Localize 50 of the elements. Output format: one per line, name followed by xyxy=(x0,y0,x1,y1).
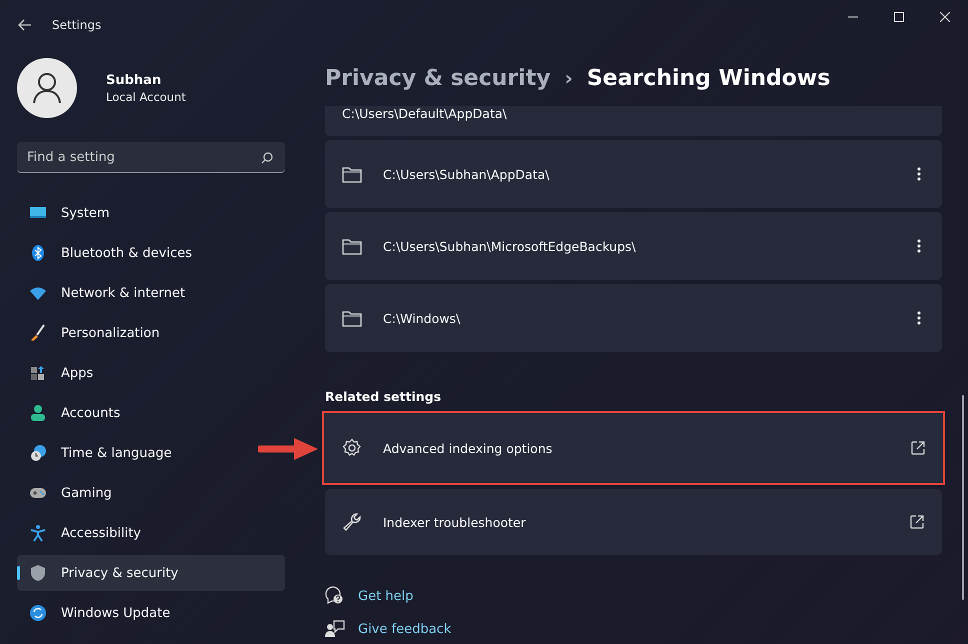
sidebar-item[interactable]: Bluetooth & devices xyxy=(17,235,285,271)
wrench-icon xyxy=(342,512,362,532)
back-arrow-icon xyxy=(18,19,32,31)
folder-path: C:\Users\Subhan\MicrosoftEdgeBackups\ xyxy=(383,238,637,254)
page-title: Searching Windows xyxy=(586,66,830,90)
help-link[interactable]: Get help xyxy=(358,588,414,604)
sidebar-item[interactable]: Personalization xyxy=(17,315,285,351)
window-title: Settings xyxy=(52,18,102,32)
person-icon xyxy=(28,403,48,423)
external-link-icon xyxy=(910,515,924,529)
folder-path: C:\Users\Default\AppData\ xyxy=(342,106,508,121)
more-icon xyxy=(917,167,921,181)
folder-icon xyxy=(342,309,362,327)
search-field[interactable]: Find a setting xyxy=(17,142,285,173)
search-icon xyxy=(261,152,273,164)
section-heading: Related settings xyxy=(325,389,442,406)
feedback-icon xyxy=(325,619,345,639)
sidebar-item[interactable]: Apps xyxy=(17,355,285,391)
close-icon xyxy=(940,12,950,22)
pointer-arrow-icon xyxy=(258,437,320,461)
breadcrumb-separator: › xyxy=(564,66,573,90)
sidebar-item[interactable]: Gaming xyxy=(17,475,285,511)
accessibility-icon xyxy=(28,523,48,543)
sidebar-item[interactable]: Windows Update xyxy=(17,595,285,631)
breadcrumb-link[interactable]: Privacy & security xyxy=(325,66,551,90)
sidebar-item[interactable]: Privacy & security xyxy=(17,555,285,591)
settings-link-card[interactable]: Indexer troubleshooter xyxy=(325,489,942,555)
clock-globe-icon xyxy=(28,443,48,463)
maximize-icon xyxy=(894,12,904,22)
sidebar-item[interactable]: Network & internet xyxy=(17,275,285,311)
folder-icon xyxy=(342,165,362,183)
help-chat-icon xyxy=(325,586,345,606)
shield-icon xyxy=(28,563,48,583)
sidebar-item[interactable]: Accounts xyxy=(17,395,285,431)
person-icon xyxy=(32,72,62,104)
external-link-icon xyxy=(911,441,925,455)
sidebar-item[interactable]: Accessibility xyxy=(17,515,285,551)
account-type: Local Account xyxy=(106,90,186,104)
folder-icon xyxy=(342,237,362,255)
sync-icon xyxy=(28,603,48,623)
folder-path: C:\Windows\ xyxy=(383,310,462,326)
sidebar-item[interactable]: Time & language xyxy=(17,435,285,471)
scrollbar[interactable] xyxy=(962,395,964,600)
sidebar-item[interactable]: System xyxy=(17,195,285,231)
user-name: Subhan xyxy=(106,72,162,88)
help-link[interactable]: Give feedback xyxy=(358,622,452,636)
more-icon xyxy=(917,311,921,325)
more-icon xyxy=(917,239,921,253)
folder-path: C:\Users\Subhan\AppData\ xyxy=(383,166,550,182)
gear-icon xyxy=(342,438,362,458)
